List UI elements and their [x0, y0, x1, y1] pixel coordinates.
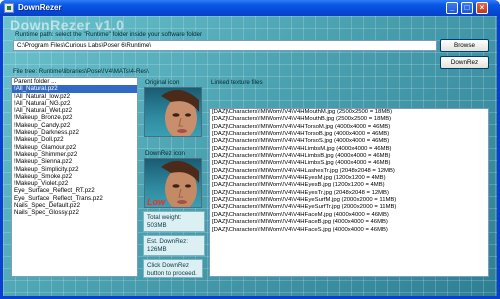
downrez-icon-label: DownRez icon: [145, 150, 185, 157]
downrez-button[interactable]: DownRez: [440, 56, 489, 69]
file-tree-item[interactable]: !Makeup_Doll.pz2: [12, 136, 137, 143]
file-tree-item[interactable]: !Makeup_Violet.pz2: [12, 180, 137, 187]
original-icon-label: Original icon: [145, 79, 180, 86]
file-tree-item[interactable]: Eye_Surface_Reflect_Trans.pz2: [12, 195, 137, 202]
file-tree-item[interactable]: Eye_Surface_Reflect_RT.pz2: [12, 187, 137, 194]
linked-file-item[interactable]: [DAZ]\Characters\!MIWom\!V4\V4HEyeSurfTr…: [210, 204, 488, 211]
file-tree-item[interactable]: Parent folder ...: [12, 78, 137, 85]
linked-file-item[interactable]: [DAZ]\Characters\!MIWom\!V4\V4HLashesTr.…: [210, 168, 488, 175]
file-tree-item[interactable]: !All_Natural_Wet.pz2: [12, 107, 137, 114]
linked-file-item[interactable]: [DAZ]\Characters\!MIWom\!V4\V4HEyesB.jpg…: [210, 182, 488, 189]
linked-file-item[interactable]: [DAZ]\Characters\!MIWom\!V4\V4HTorsoB.jp…: [210, 131, 488, 138]
runtime-path-input[interactable]: [13, 40, 437, 51]
linked-file-item[interactable]: [DAZ]\Characters\!MIWom\!V4\V4HFaceB.jpg…: [210, 219, 488, 226]
face-icon: [161, 89, 199, 136]
file-tree-item[interactable]: !Makeup_Shimmer.pz2: [12, 151, 137, 158]
file-tree-item[interactable]: !Makeup_Bronze.pz2: [12, 114, 137, 121]
file-tree-item[interactable]: !Makeup_Candy.pz2: [12, 122, 137, 129]
linked-file-item[interactable]: [DAZ]\Characters\!MIWom\!V4\V4HMouthM.jp…: [210, 109, 488, 116]
linked-file-item[interactable]: [DAZ]\Characters\!MIWom\!V4\V4HFaceS.jpg…: [210, 227, 488, 234]
linked-file-item[interactable]: [DAZ]\Characters\!MIWom\!V4\V4HTorsoS.jp…: [210, 138, 488, 145]
title-bar[interactable]: DownRezer _ □ ×: [0, 0, 500, 16]
linked-file-item[interactable]: [DAZ]\Characters\!MIWom\!V4\V4HLimbsB.jp…: [210, 153, 488, 160]
instruction-text: Click DownRez button to proceed.: [147, 262, 197, 277]
original-icon-image: [144, 87, 202, 137]
file-tree-item[interactable]: !Makeup_Darkness.pz2: [12, 129, 137, 136]
linked-files-list[interactable]: [DAZ]\Characters\!MIWom\!V4\V4HMouthM.jp…: [209, 108, 489, 277]
window-title: DownRezer: [18, 3, 62, 12]
linked-file-item[interactable]: [DAZ]\Characters\!MIWom\!V4\V4HLimbsM.jp…: [210, 146, 488, 153]
linked-file-item[interactable]: [DAZ]\Characters\!MIWom\!V4\V4HLimbsS.jp…: [210, 160, 488, 167]
total-weight-value: 503MB: [147, 221, 167, 229]
file-tree-item[interactable]: !Makeup_Glamour.pz2: [12, 144, 137, 151]
linked-file-item[interactable]: [DAZ]\Characters\!MIWom\!V4\V4HTorsoM.jp…: [210, 124, 488, 131]
main-panel: DownRezer v1.0 Runtime path: select the …: [3, 16, 497, 296]
total-weight-box: Total weight: 503MB: [143, 211, 205, 232]
linked-file-item[interactable]: [DAZ]\Characters\!MIWom\!V4\V4HMouthB.jp…: [210, 116, 488, 123]
linked-file-item[interactable]: [DAZ]\Characters\!MIWom\!V4\V4HEyesTr.jp…: [210, 190, 488, 197]
linked-file-item[interactable]: [DAZ]\Characters\!MIWom\!V4\V4HFaceM.jpg…: [210, 212, 488, 219]
est-downrez-value: 126MB: [147, 245, 167, 253]
browse-button[interactable]: Browse: [440, 39, 489, 52]
file-tree-item[interactable]: Nails_Spec_Default.pz2: [12, 202, 137, 209]
runtime-path-label: Runtime path: select the "Runtime" folde…: [15, 31, 203, 38]
file-tree-item[interactable]: !Makeup_Sienna.pz2: [12, 158, 137, 165]
app-icon: [4, 3, 14, 13]
file-tree-item[interactable]: !Makeup_Smoke.pz2: [12, 173, 137, 180]
file-tree-item[interactable]: !All_Natural_low.pz2: [12, 93, 137, 100]
linked-file-item[interactable]: [DAZ]\Characters\!MIWom\!V4\V4HEyesM.jpg…: [210, 175, 488, 182]
total-weight-label: Total weight:: [147, 214, 182, 221]
file-tree-label: File tree: Runtime\libraries\Pose\!V4\MA…: [13, 68, 149, 75]
minimize-button[interactable]: _: [446, 2, 458, 14]
downrez-icon-image: Low: [144, 158, 202, 208]
low-badge: Low: [147, 197, 165, 207]
maximize-button[interactable]: □: [461, 2, 473, 14]
est-downrez-label: Est. DownRez:: [147, 238, 188, 245]
file-tree-item[interactable]: !All_Natural_NG.pz2: [12, 100, 137, 107]
close-button[interactable]: ×: [476, 2, 488, 14]
file-tree-item[interactable]: !All_Natural.pz2: [12, 85, 137, 93]
est-downrez-box: Est. DownRez: 126MB: [143, 235, 205, 256]
instruction-box: Click DownRez button to proceed.: [143, 259, 203, 278]
app-window: DownRezer _ □ × DownRezer v1.0 Runtime p…: [0, 0, 500, 299]
file-tree-list[interactable]: Parent folder ... !All_Natural.pz2 !All_Na…: [11, 77, 138, 277]
file-tree-item[interactable]: Nails_Spec_Glossy.pz2: [12, 209, 137, 216]
linked-files-label: Linked texture files: [211, 79, 263, 86]
file-tree-item[interactable]: !Makeup_Simplicity.pz2: [12, 166, 137, 173]
linked-file-item[interactable]: [DAZ]\Characters\!MIWom\!V4\V4HEyeSurfM.…: [210, 197, 488, 204]
